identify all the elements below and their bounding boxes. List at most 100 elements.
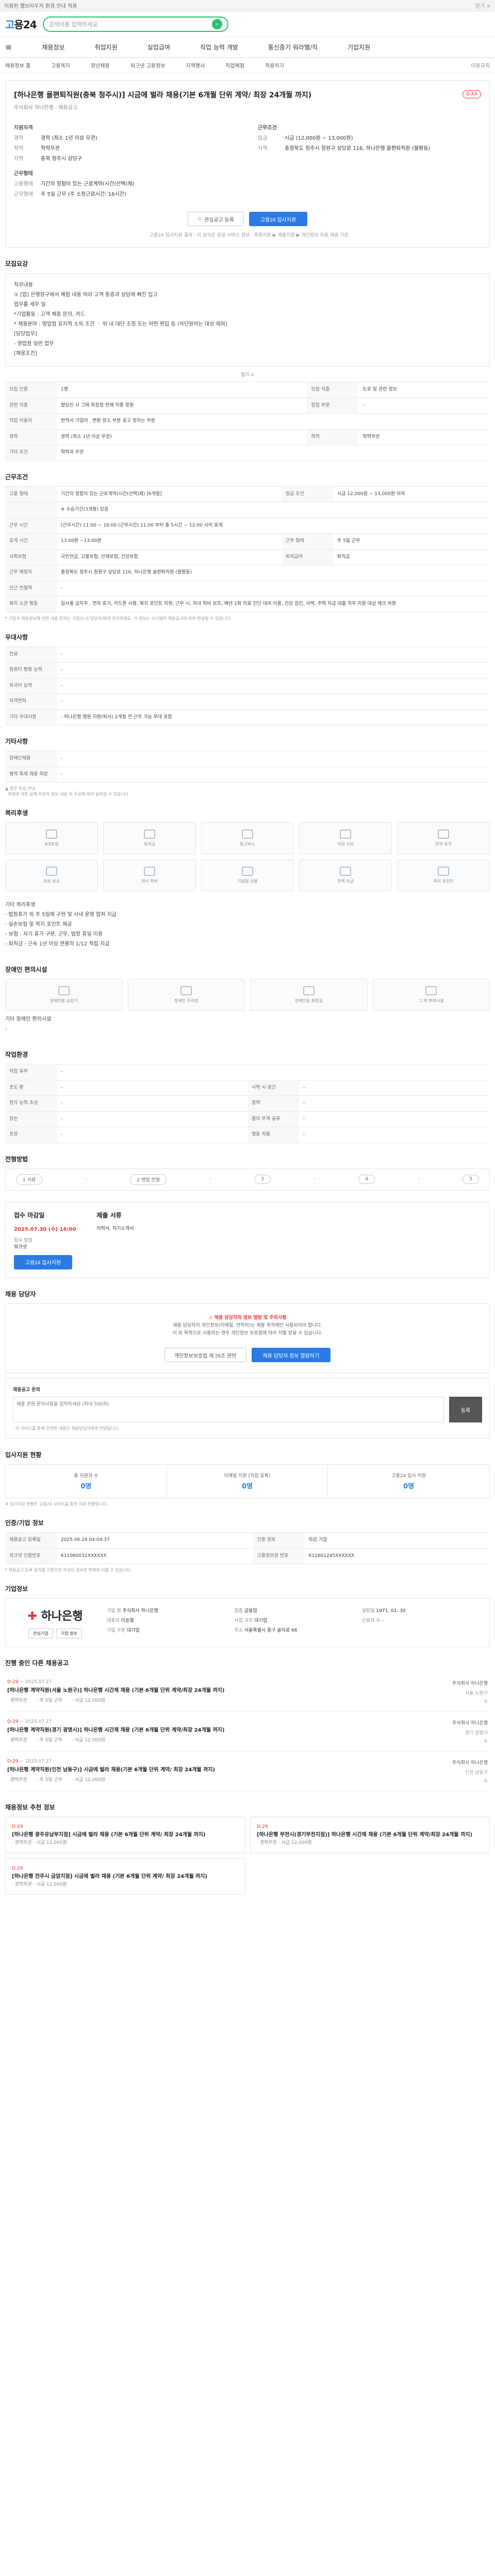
welfare-item: 기념일 선물 xyxy=(201,859,294,891)
etc-section: 기타사항 장애인채용 - 병역 특례 채용 희망 - ▲ 첨부 특징 안내 · 취업… xyxy=(5,737,490,797)
favorite-company-button[interactable]: 관심기업 xyxy=(28,1629,53,1639)
site-logo[interactable]: 고용24 xyxy=(5,16,37,31)
recommend-card[interactable]: D-29 [하나은행 전주시 금암지점] 시금에 벌라 채용 (기본 6개월 단위… xyxy=(5,1858,245,1895)
job-title: [하나은행 을편퇴직원(충북 청주시)] 시금에 벌라 채용(기본 6개월 단위… xyxy=(14,91,312,99)
recommend-card[interactable]: D-29 [하나은행 광주유남부지점] 시금에 벌라 채용 (기본 6개월 단위 … xyxy=(5,1817,245,1854)
star-icon: ☆ xyxy=(197,216,202,222)
lnb-item[interactable]: 지역행사 xyxy=(186,61,205,69)
section-title: 작업환경 xyxy=(5,1051,28,1058)
gnb-item[interactable]: 기업지원 xyxy=(348,43,370,52)
company-section: 기업정보 ✚ 하나은행 관심기업 기업 정보 기업 명 주식회사 하나은행 업종… xyxy=(5,1584,490,1648)
section-title: 복리후생 xyxy=(5,809,28,817)
browser-notice-bar: 이용된 웹브라우저 환경 안내 적용 닫기 × xyxy=(0,0,495,11)
welfare-item: 퇴직금 xyxy=(103,822,196,854)
welfare-item: 자녀 학비 xyxy=(103,859,196,891)
scrap-button[interactable]: ☆ 관심공고 등록 xyxy=(187,212,244,226)
company-subtitle: 주식회사 하나은행 · 채용공고 xyxy=(14,105,78,111)
company-info-button[interactable]: 기업 정보 xyxy=(56,1629,82,1639)
welfare-item: 복지 포인트 xyxy=(397,859,490,891)
sub-nav: 채용정보 홈 고용복지 청년채용 워크넷 고용정보 지역행사 직업체험 적용하기… xyxy=(0,58,495,73)
section-title: 기타사항 xyxy=(5,738,28,745)
list-item[interactable]: D-29 ~ 2025.07.27 [하나은행 계약직원(경기 광명시)] 하나… xyxy=(5,1712,490,1752)
star-icon[interactable]: ☆ xyxy=(484,1699,488,1704)
search-box[interactable]: 검색어를 입력하세요 ⌕ xyxy=(42,16,228,32)
recommend-card[interactable]: D-29 [하나은행 부천시(경기부천지점)] 하나은행 시간제 채용 (기본 6… xyxy=(250,1817,490,1854)
menu-icon[interactable]: ≡ xyxy=(5,42,12,52)
privacy-law-button[interactable]: 개인정보보호법 제 26조 관련 xyxy=(164,1348,246,1363)
qa-submit-button[interactable]: 등록 xyxy=(449,1397,482,1423)
star-icon[interactable]: ☆ xyxy=(484,1778,488,1784)
welfare-icon xyxy=(438,829,449,839)
stat-item: 고용24 입사 지원 0명 xyxy=(391,1473,426,1491)
welfare-icon xyxy=(144,867,155,876)
condition-header: 근무조건 xyxy=(258,125,277,131)
facility-icon xyxy=(425,986,437,995)
section-title: 기업정보 xyxy=(5,1585,28,1593)
gnb-item[interactable]: 통신중기 워라밸/직 xyxy=(268,43,318,52)
stat-item: 이메일 지원 (직접 등록) 0명 xyxy=(167,1465,328,1498)
close-notice-button[interactable]: 닫기 × xyxy=(475,2,491,9)
lnb-item[interactable]: 이용규칙 xyxy=(471,61,490,69)
contact-section: 채용 담당자 ⚠ 채용 담당자의 정보 열람 및 주의사항 채용 담당자의 개인… xyxy=(5,1290,490,1439)
section-title: 진행 중인 다른 채용공고 xyxy=(5,1659,69,1667)
lnb-item[interactable]: 채용정보 홈 xyxy=(5,61,30,69)
lnb-item[interactable]: 고용복지 xyxy=(51,61,70,69)
search-icon[interactable]: ⌕ xyxy=(211,19,222,29)
etc-note: ▲ 첨부 특징 안내 · 취업에 대한 실제 지원자 정보 내용 의 주요에 따… xyxy=(5,786,129,796)
section-title: 모집요강 xyxy=(5,260,28,267)
section-title: 근무조건 xyxy=(5,473,28,481)
gnb-item[interactable]: 취업지원 xyxy=(95,43,118,52)
pref-table: 전공 - 컴퓨터 활용 능력 - 외국어 능력 - 자격면허 - 기타 우대사항 - 하나… xyxy=(5,646,490,726)
pref-section: 우대사항 전공 - 컴퓨터 활용 능력 - 외국어 능력 - 자격면허 - 기타 우대사… xyxy=(5,633,490,726)
other-jobs-section: 진행 중인 다른 채용공고 D-29 ~ 2025.07.27 [하나은행 계약… xyxy=(5,1658,490,1792)
section-title: 우대사항 xyxy=(5,633,28,641)
star-icon[interactable]: ☆ xyxy=(484,1739,488,1744)
etc-table: 장애인채용 - 병역 특례 채용 희망 - xyxy=(5,751,490,783)
restroom-icon xyxy=(303,986,315,995)
welfare-item: 연차 휴가 xyxy=(397,822,490,854)
warning-icon: ⚠ 채용 담당자의 정보 열람 및 주의사항 xyxy=(208,1315,287,1320)
gnb-item[interactable]: 채용정보 xyxy=(42,43,64,52)
welfare-icon xyxy=(46,867,57,876)
qa-box: 채용공고 문의 등록 · 이 서비스를 통해 문의한 내용은 채용담당자에게 전… xyxy=(5,1378,490,1439)
section-title: 제출 서류 xyxy=(96,1211,122,1219)
facility-item: 장애인용 승강기 xyxy=(5,979,123,1011)
lnb-item[interactable]: 워크넷 고용정보 xyxy=(130,61,166,69)
info-section: 인증/기업 정보 채용공고 등록일 2025.06.24 04:04:37 인증 정… xyxy=(5,1518,490,1573)
welfare-icon xyxy=(438,867,449,876)
lnb-item[interactable]: 직업체험 xyxy=(225,61,244,69)
lnb-item[interactable]: 적용하기 xyxy=(265,61,284,69)
apply-notice: · 고용24 입사지원 결과 · 이 양식은 공공 서비스 정보 · 회원지원 … xyxy=(146,233,349,238)
disabled-section: 장애인 편의시설 장애인용 승강기 장애인 주차장 장애인용 화장실 그 외 편… xyxy=(5,965,490,1039)
process-section: 전형방법 1 서류 › 2 면접 전형 › 3 › 4 › 5 xyxy=(5,1155,490,1191)
lnb-item[interactable]: 청년채용 xyxy=(91,61,110,69)
work-note: * 기업과 채용정보에 관한 내용 문의는 기업(노사 담당자)에게 문의하세요… xyxy=(5,616,232,621)
search-input[interactable]: 검색어를 입력하세요 xyxy=(49,20,98,28)
apply-button-bottom[interactable]: 고용24 입사지원 xyxy=(14,1255,73,1269)
notice-text: 이용된 웹브라우저 환경 안내 적용 xyxy=(4,4,77,9)
job-summary-card: [하나은행 을편퇴직원(충북 청주시)] 시금에 벌라 채용(기본 6개월 단위… xyxy=(5,80,490,248)
place-table: 작업 유무 - 조도 환 - 시력 시 공간 - 청각 능력 조성 - 청력 - 양손 - 몸의 … xyxy=(5,1064,490,1143)
section-title: 인증/기업 정보 xyxy=(5,1519,44,1527)
recruit-header: 지원자격 xyxy=(14,125,33,131)
company-logo: ✚ 하나은행 xyxy=(27,1610,83,1623)
apply-button[interactable]: 고용24 입사지원 xyxy=(249,212,308,226)
welfare-icon xyxy=(242,867,253,876)
facility-item: 그 외 편의시설 xyxy=(372,979,490,1011)
section-title: 장애인 편의시설 xyxy=(5,966,47,973)
welfare-item: 직원 식당 xyxy=(299,822,392,854)
welfare-item: 주택 자금 xyxy=(299,859,392,891)
view-contact-button[interactable]: 채용 담당자 정보 열람하기 xyxy=(251,1348,331,1363)
welfare-item: 의료 보조 xyxy=(5,859,98,891)
section-title: 접수 마감일 xyxy=(14,1211,45,1219)
welfare-icon xyxy=(144,829,155,839)
gnb-item[interactable]: 실업급여 xyxy=(147,43,170,52)
fold-button[interactable]: 접기 ∧ xyxy=(5,371,490,378)
list-item[interactable]: D-29 ~ 2025.07.27 [하나은행 계약직원(인천 남동구)] 시금… xyxy=(5,1752,490,1792)
gnb-item[interactable]: 직업 능력 개발 xyxy=(200,43,238,52)
section-title: 채용 담당자 xyxy=(5,1290,36,1298)
work-table: 고용 형태 기간의 정함이 있는 근로계약(시간(선택)제) [6개월] 임금 조건… xyxy=(5,486,490,613)
qa-input[interactable] xyxy=(13,1397,444,1423)
list-item[interactable]: D-29 ~ 2025.07.27 [하나은행 계약직원(서울 노원구)] 하나… xyxy=(5,1672,490,1713)
section-title: 채용정보 추천 정보 xyxy=(5,1804,55,1811)
